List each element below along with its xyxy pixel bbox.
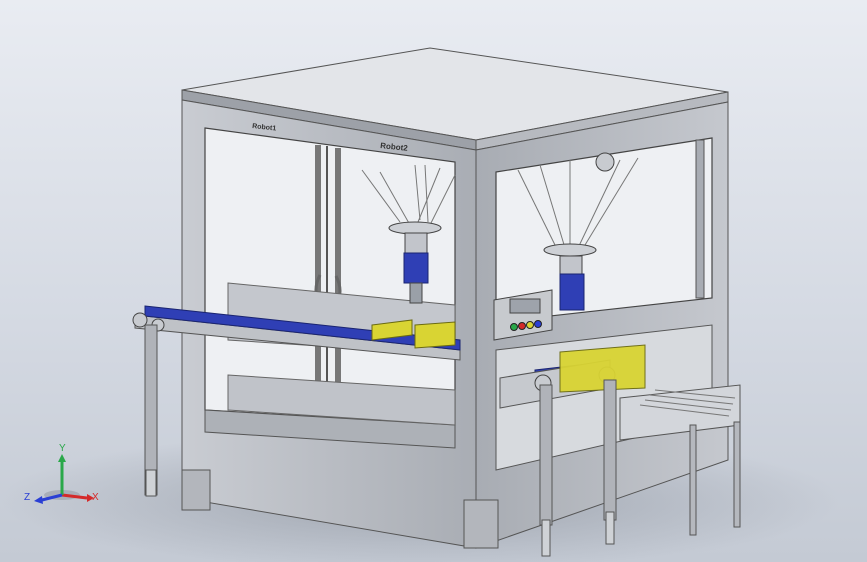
triad-y-label: Y [59, 443, 66, 454]
machine-leg-front-left [181, 469, 211, 511]
triad-y-arrow [58, 454, 66, 462]
control-panel-display [509, 298, 541, 314]
control-button-red[interactable] [518, 322, 526, 330]
conveyor-foot-left [145, 469, 157, 497]
product-box-2 [414, 321, 456, 349]
side-window-rail [695, 139, 705, 299]
conveyor-foot-right-1 [541, 519, 551, 557]
control-button-green[interactable] [510, 323, 518, 331]
conveyor-foot-right-2 [605, 511, 615, 545]
roller-table-leg-1 [689, 424, 697, 536]
machine-model[interactable]: Robot1 Robot2 [0, 0, 867, 562]
cad-viewport[interactable]: Robot1 Robot2 Y X Z [0, 0, 867, 562]
triad-x-label: X [92, 492, 99, 503]
control-button-yellow[interactable] [526, 321, 534, 329]
triad-z-label: Z [24, 492, 30, 503]
triad-z-arrow [34, 496, 43, 504]
conveyor-leg-right-1 [539, 384, 553, 526]
product-box-exit [559, 344, 646, 393]
machine-leg-front-right [463, 499, 499, 549]
conveyor-leg-right-2 [603, 379, 617, 521]
axis-triad[interactable]: Y X Z [22, 440, 102, 510]
roller-table-leg-2 [733, 421, 741, 528]
control-button-blue[interactable] [534, 320, 542, 328]
